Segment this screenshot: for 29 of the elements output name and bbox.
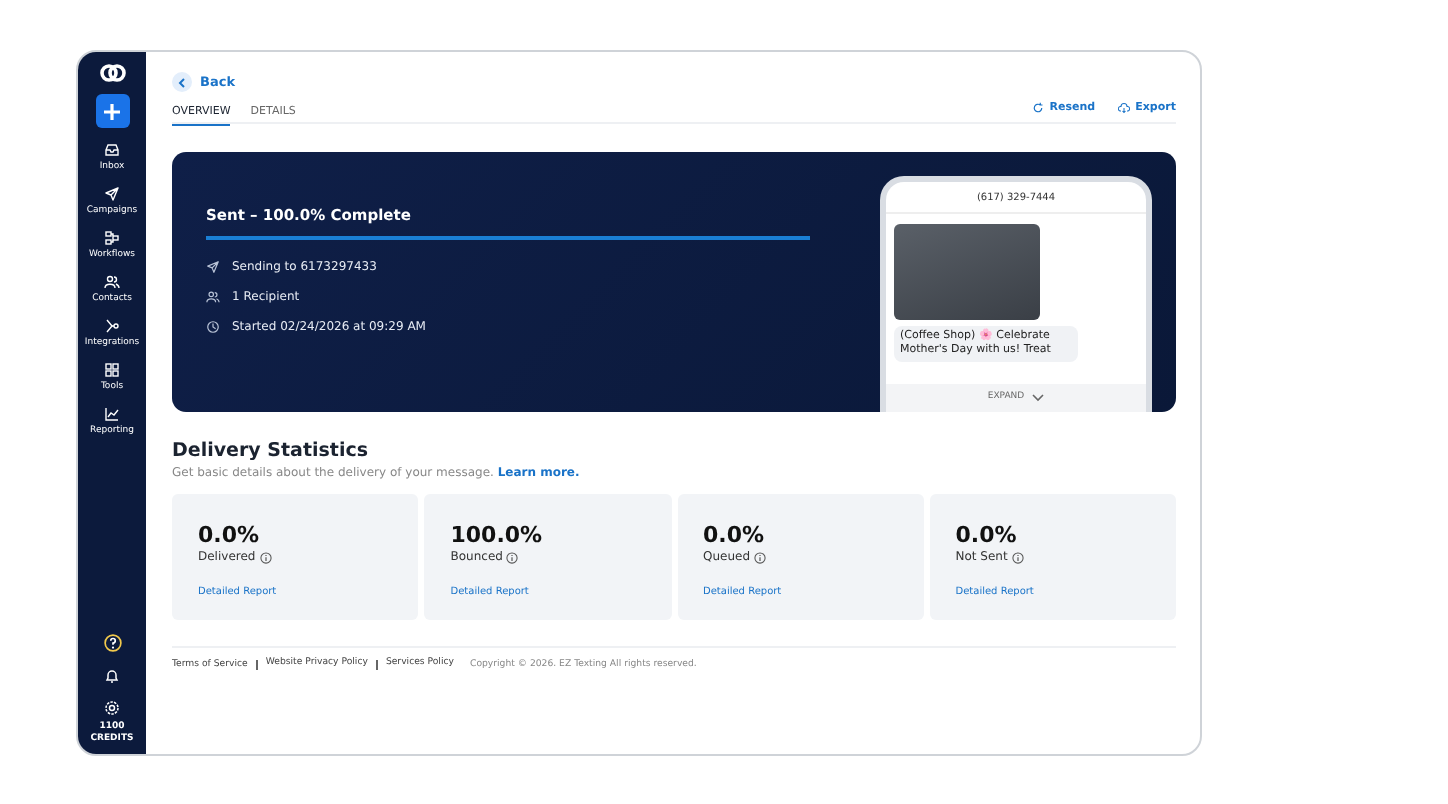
stat-value: 0.0% <box>198 522 262 548</box>
workflow-icon <box>103 230 120 246</box>
logo-icon[interactable] <box>99 62 125 84</box>
people-icon <box>206 290 220 304</box>
add-button[interactable] <box>95 94 129 128</box>
inbox-icon <box>103 142 120 158</box>
cloud-download-icon <box>1117 102 1130 114</box>
refresh-icon <box>1031 102 1044 114</box>
info-icon[interactable] <box>754 551 767 563</box>
chevron-left-icon <box>178 77 186 87</box>
plug-icon <box>103 318 120 334</box>
stat-value: 0.0% <box>703 522 767 548</box>
help-icon[interactable] <box>103 634 121 653</box>
gear-icon[interactable] <box>104 700 120 717</box>
line-chart-icon <box>103 406 120 422</box>
clock-icon <box>206 320 220 334</box>
stat-value: 100.0% <box>450 522 545 548</box>
section-title: Delivery Statistics <box>172 440 370 462</box>
plus-icon <box>104 103 120 119</box>
info-icon[interactable] <box>506 551 519 563</box>
stat-value: 0.0% <box>955 522 1019 548</box>
paper-plane-icon <box>206 260 220 274</box>
info-icon[interactable] <box>1011 551 1024 563</box>
people-icon <box>103 274 120 290</box>
chevron-down-icon <box>1032 393 1045 401</box>
grid-icon <box>104 362 120 378</box>
info-icon[interactable] <box>259 551 272 563</box>
bell-icon[interactable] <box>104 668 120 685</box>
paper-plane-icon <box>103 186 120 202</box>
